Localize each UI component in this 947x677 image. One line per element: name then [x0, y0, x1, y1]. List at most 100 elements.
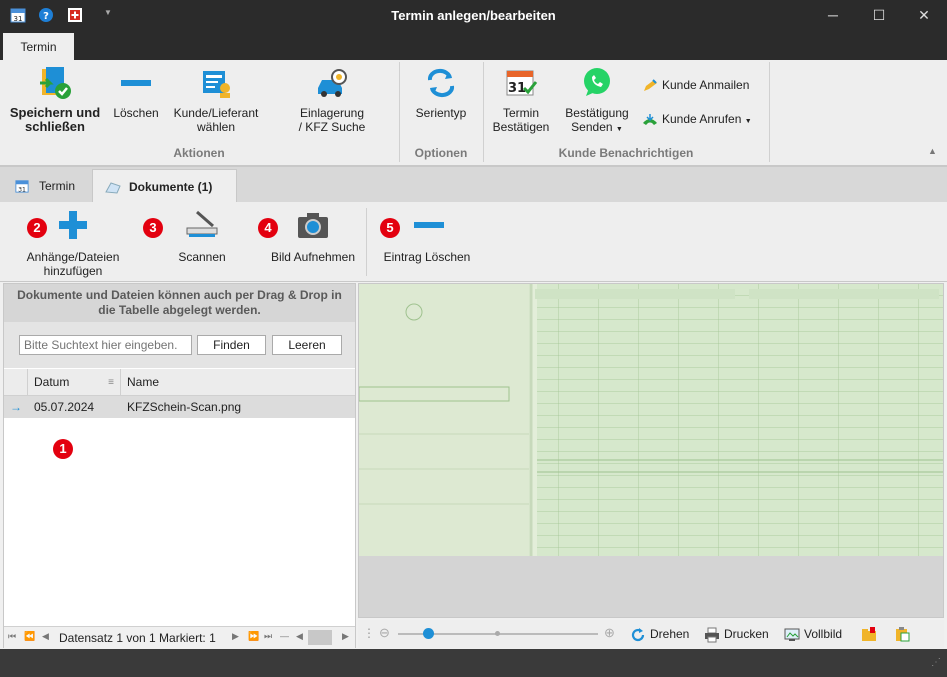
- preview-toolbar: ⋮ ⊖ ⊕ Drehen Drucken Vollbild: [358, 620, 944, 648]
- zoom-in-icon[interactable]: ⊕: [604, 625, 615, 641]
- camera-icon: [298, 213, 328, 238]
- print-button[interactable]: Drucken: [704, 626, 769, 643]
- close-button[interactable]: ✕: [901, 0, 947, 31]
- calendar-icon: 31: [15, 180, 29, 193]
- fullscreen-button[interactable]: Vollbild: [784, 626, 842, 642]
- marker-badge: 3: [143, 218, 163, 238]
- grid-header: Datum ≡ Name: [4, 369, 355, 396]
- rotate-label: Drehen: [650, 627, 690, 641]
- tab-termin[interactable]: 31 Termin: [3, 169, 91, 203]
- next-record-icon[interactable]: ▶: [232, 631, 239, 642]
- customer-label-2: wählen: [196, 120, 236, 134]
- phone-icon: [643, 113, 657, 125]
- save-label-2: schließen: [25, 119, 85, 134]
- scan-button[interactable]: Scannen: [170, 210, 234, 264]
- ribbon-tab-bar: Termin: [0, 31, 947, 61]
- customer-card-icon: [203, 71, 230, 98]
- confirm-label-1: Termin: [502, 106, 539, 120]
- fullscreen-label: Vollbild: [804, 627, 843, 641]
- column-header-name[interactable]: Name: [121, 369, 355, 396]
- email-customer-button[interactable]: Kunde Anmailen: [642, 78, 749, 93]
- maximize-button[interactable]: ☐: [856, 0, 902, 31]
- title-bar: 31 ? ▼ Termin anlegen/bearbeiten ─ ☐ ✕: [0, 0, 947, 31]
- confirm-appointment-button[interactable]: 31 Termin Bestätigen: [488, 66, 554, 134]
- send-confirmation-button[interactable]: Bestätigung Senden ▼: [560, 66, 634, 137]
- document-preview[interactable]: [358, 283, 944, 618]
- first-record-icon[interactable]: ⏮: [8, 631, 16, 642]
- search-input[interactable]: [19, 335, 192, 355]
- rotate-button[interactable]: Drehen: [630, 626, 689, 642]
- save-close-icon: [40, 67, 71, 99]
- series-type-button[interactable]: Serientyp: [408, 66, 474, 120]
- delete-label: Löschen: [113, 106, 159, 120]
- next-page-icon[interactable]: ⏩: [248, 631, 259, 642]
- send-label-2: Senden: [571, 120, 613, 134]
- find-button[interactable]: Finden: [197, 335, 266, 355]
- tab-dokumente[interactable]: Dokumente (1): [92, 169, 237, 203]
- take-photo-button[interactable]: Bild Aufnehmen: [268, 210, 358, 264]
- scan-label: Scannen: [178, 250, 226, 264]
- storage-label-2: / KFZ Suche: [298, 120, 366, 134]
- minus-icon: [121, 80, 151, 86]
- column-header-date[interactable]: Datum ≡: [28, 369, 121, 396]
- plus-icon: [59, 211, 87, 239]
- fullscreen-icon: [784, 628, 800, 641]
- tab-termin-label: Termin: [39, 179, 76, 193]
- add-label-1: Anhänge/Dateien: [26, 250, 120, 264]
- printer-icon: [705, 627, 719, 643]
- pencil-icon: [644, 79, 657, 91]
- add-label-2: hinzufügen: [43, 264, 103, 278]
- drag-drop-hint: Dokumente und Dateien können auch per Dr…: [4, 284, 355, 322]
- document-toolbar: 2 Anhänge/Dateien hinzufügen 3 Scannen 4…: [0, 202, 947, 282]
- drag-handle-icon[interactable]: ⋮: [363, 626, 375, 640]
- send-label-1: Bestätigung: [565, 106, 629, 120]
- scroll-right-icon[interactable]: ▶: [342, 631, 349, 642]
- column-date-label: Datum: [34, 375, 70, 389]
- document-icon: [105, 182, 121, 194]
- minimize-button[interactable]: ─: [810, 0, 856, 31]
- collapse-ribbon-icon[interactable]: ▲: [928, 146, 937, 156]
- clear-button[interactable]: Leeren: [272, 335, 342, 355]
- document-tab-bar: 31 Termin Dokumente (1): [0, 166, 947, 203]
- delete-entry-button[interactable]: Eintrag Löschen: [380, 210, 474, 264]
- group-separator: [769, 62, 770, 162]
- group-label-benachrichtigen: Kunde Benachrichtigen: [558, 146, 694, 160]
- row-name: KFZSchein-Scan.png: [127, 400, 242, 414]
- group-label-optionen: Optionen: [414, 146, 468, 160]
- zoom-slider-thumb[interactable]: [423, 628, 434, 639]
- call-label: Kunde Anrufen: [662, 112, 742, 126]
- confirm-label-2: Bestätigen: [492, 120, 550, 134]
- previous-page-icon[interactable]: ⏪: [24, 631, 35, 642]
- scanner-icon: [186, 210, 218, 237]
- ribbon: Speichern und schließen Löschen Kunde/Li…: [0, 60, 947, 166]
- car-search-icon: [318, 69, 347, 97]
- hint-line-1: Dokumente und Dateien können auch per Dr…: [17, 288, 342, 302]
- zoom-slider-center-mark: [495, 631, 500, 636]
- delete-entry-label: Eintrag Löschen: [383, 250, 471, 264]
- chevron-down-icon: ▼: [744, 118, 752, 125]
- current-row-arrow-icon: →: [10, 400, 22, 414]
- last-record-icon[interactable]: ⏭: [264, 631, 272, 642]
- call-customer-button[interactable]: Kunde Anrufen ▼: [642, 112, 752, 127]
- customer-select-button[interactable]: Kunde/Lieferant wählen: [168, 66, 264, 134]
- table-row[interactable]: → 05.07.2024 KFZSchein-Scan.png: [4, 396, 355, 418]
- save-close-button[interactable]: Speichern und schließen: [6, 66, 104, 134]
- delete-button[interactable]: Löschen: [110, 66, 162, 120]
- svg-text:31: 31: [508, 81, 526, 96]
- svg-text:31: 31: [18, 186, 26, 193]
- resize-grip-icon[interactable]: ⋰: [931, 657, 941, 668]
- scroll-left-icon[interactable]: ◀: [296, 631, 303, 642]
- open-folder-icon[interactable]: [861, 626, 877, 642]
- storage-search-button[interactable]: Einlagerung / KFZ Suche: [288, 66, 376, 134]
- ribbon-tab-termin[interactable]: Termin: [3, 33, 74, 61]
- delete-record-icon[interactable]: —: [280, 631, 289, 641]
- paste-icon[interactable]: [894, 626, 910, 642]
- horizontal-scrollbar-thumb[interactable]: [308, 630, 332, 645]
- customer-label-1: Kunde/Lieferant: [173, 106, 259, 120]
- zoom-out-icon[interactable]: ⊖: [379, 625, 390, 641]
- row-indicator-header: [4, 369, 28, 396]
- filter-icon[interactable]: ≡: [108, 369, 114, 396]
- save-label-1: Speichern und: [9, 105, 101, 120]
- add-attachment-button[interactable]: Anhänge/Dateien hinzufügen: [18, 210, 128, 278]
- previous-record-icon[interactable]: ◀: [42, 631, 49, 642]
